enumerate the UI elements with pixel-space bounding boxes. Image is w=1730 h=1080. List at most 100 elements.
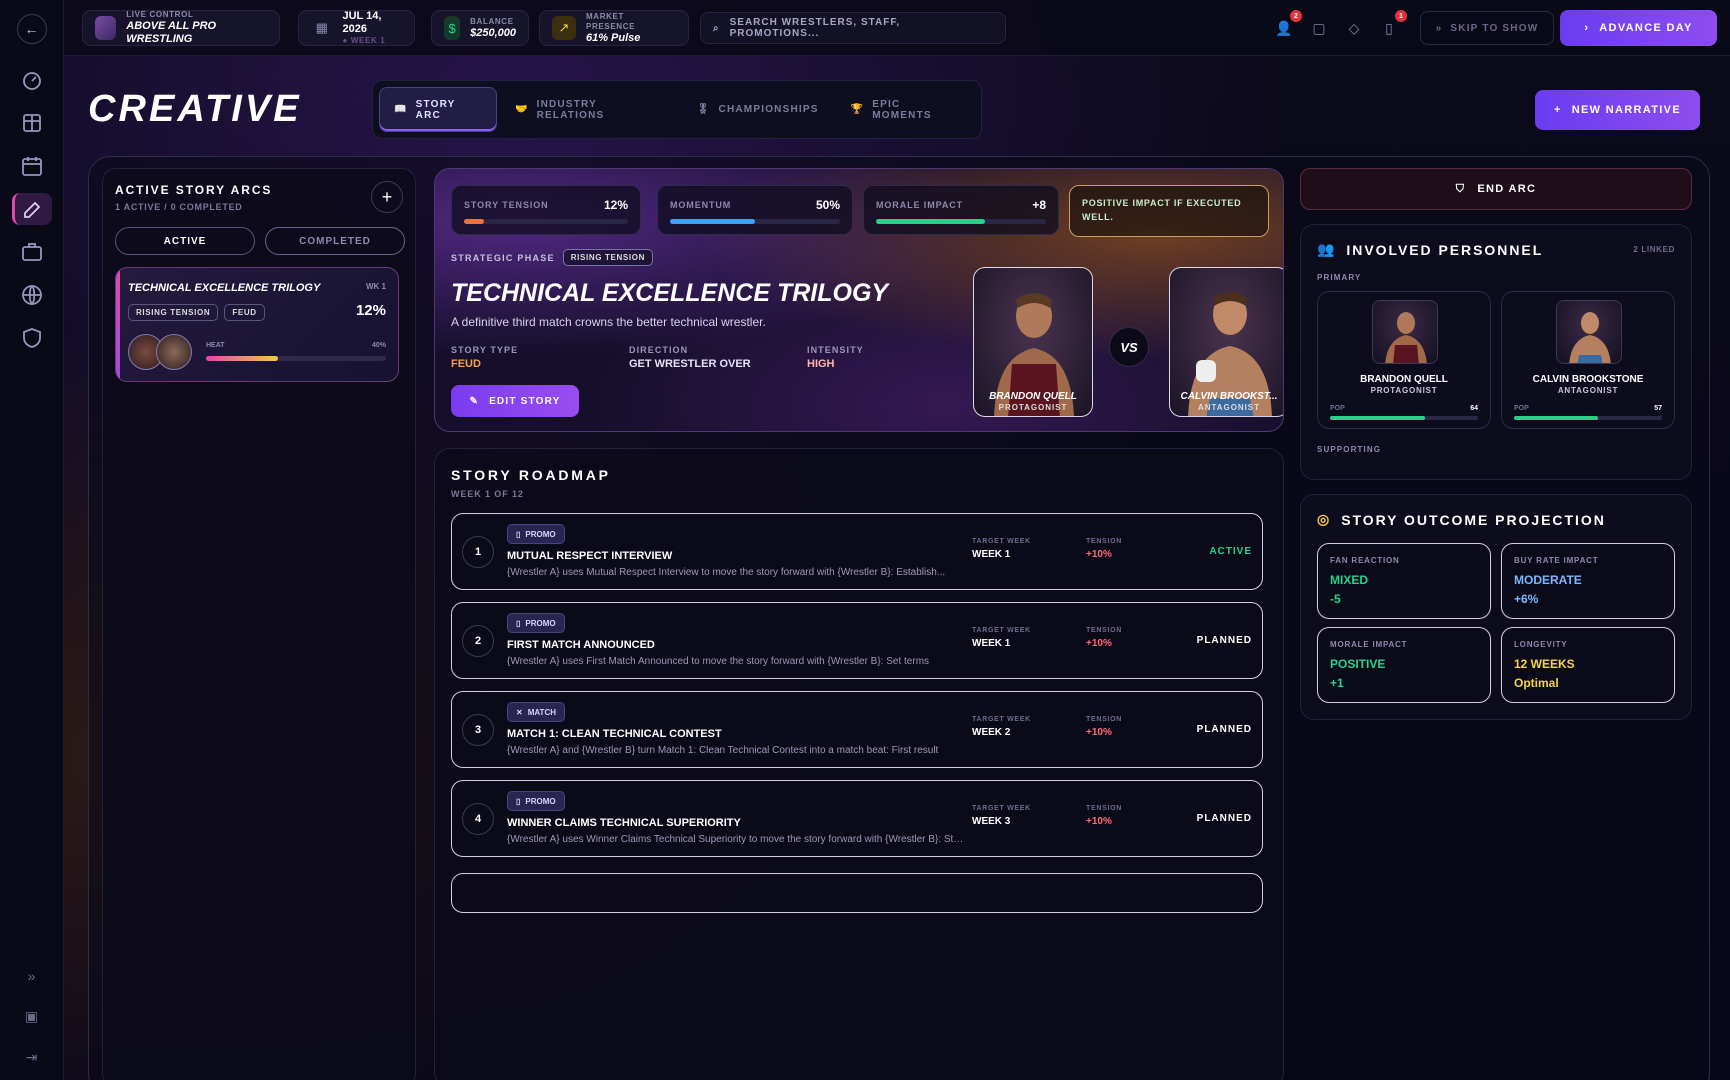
stat-bar (876, 219, 1046, 224)
stat-bar-fill (670, 219, 755, 224)
beat-tension: TENSION +10% (1086, 805, 1122, 827)
filter-active-button[interactable]: ACTIVE (115, 227, 255, 255)
roadmap-beat[interactable]: 4 ▯ PROMO WINNER CLAIMS TECHNICAL SUPERIORI… (451, 780, 1263, 857)
roadmap-next-beat[interactable] (451, 873, 1263, 913)
target-icon: ◎ (1317, 511, 1332, 527)
stat-label: MOMENTUM (670, 200, 732, 210)
versus-badge: VS (1109, 327, 1149, 367)
roadmap-beat[interactable]: 3 ✕ MATCH MATCH 1: CLEAN TECHNICAL CONTEST {… (451, 691, 1263, 768)
beat-description: {Wrestler A} uses Mutual Respect Intervi… (507, 567, 946, 578)
tab-label: INDUSTRY RELATIONS (536, 98, 605, 121)
end-arc-button[interactable]: ⛉ END ARC (1300, 168, 1692, 210)
roadmap-title: STORY ROADMAP (451, 467, 611, 483)
balance-pill[interactable]: $ BALANCE $250,000 (431, 10, 529, 46)
graduation-cap-icon[interactable]: ◇ (1342, 16, 1366, 40)
shield-chart-icon[interactable] (12, 322, 52, 354)
story-type: STORY TYPE FEUD (451, 345, 518, 370)
roadmap-beat[interactable]: 2 ▯ PROMO FIRST MATCH ANNOUNCED {Wrestler A}… (451, 602, 1263, 679)
filter-active-label: ACTIVE (163, 235, 207, 247)
beat-tension: TENSION +10% (1086, 538, 1122, 560)
stat-story-tension: STORY TENSION 12% (451, 185, 641, 235)
tab-label: CHAMPIONSHIPS (718, 104, 819, 115)
logout-icon[interactable]: ⇥ (26, 1049, 38, 1066)
meta-label: STORY TYPE (451, 345, 519, 355)
tab-story-arc[interactable]: 📖 STORY ARC (379, 87, 497, 132)
target-week-value: WEEK 1 (972, 549, 1011, 560)
stat-bar (464, 219, 628, 224)
add-arc-button[interactable]: + (371, 181, 403, 213)
date-pill[interactable]: ▦ JUL 14, 2026 ● WEEK 1 (298, 10, 415, 46)
pop-label: POP (1514, 405, 1529, 412)
current-week: ● WEEK 1 (342, 36, 386, 45)
outcome-card: LONGEVITY 12 WEEKS Optimal (1501, 627, 1675, 703)
roadmap-beat[interactable]: 1 ▯ PROMO MUTUAL RESPECT INTERVIEW {Wrestler… (451, 513, 1263, 590)
handshake-icon: 🤝 (514, 104, 529, 115)
search-input[interactable]: ⌕ SEARCH WRESTLERS, STAFF, PROMOTIONS... (700, 12, 1006, 44)
story-intensity: INTENSITY HIGH (807, 345, 864, 370)
avatar (156, 334, 192, 370)
pop-value: 64 (1470, 405, 1478, 412)
document-icon[interactable]: ▢ (1307, 16, 1331, 40)
expand-chevrons-icon[interactable]: » (28, 968, 36, 984)
save-icon[interactable]: ▣ (25, 1008, 38, 1025)
personnel-card[interactable]: BRANDON QUELL PROTAGONIST POP 64 (1317, 291, 1491, 429)
calendar-icon[interactable] (12, 150, 52, 182)
arc-card[interactable]: TECHNICAL EXCELLENCE TRILOGY WK 1 RISING… (115, 267, 399, 382)
advance-day-button[interactable]: › ADVANCE DAY (1560, 10, 1717, 46)
trophy-icon: 🏆 (850, 104, 865, 115)
crossed-swords-icon: ✕ (516, 707, 523, 717)
antagonist-card[interactable]: CALVIN BROOKST... ANTAGONIST (1169, 267, 1283, 417)
beat-number: 2 (462, 625, 494, 657)
arcs-subtitle: 1 ACTIVE / 0 COMPLETED (115, 202, 243, 212)
current-date: JUL 14, 2026 (342, 10, 382, 35)
phone-icon[interactable]: ▯ 1 (1377, 10, 1407, 40)
target-week-label: TARGET WEEK (972, 805, 1031, 812)
edit-pencil-icon: ✎ (469, 395, 480, 407)
new-narrative-button[interactable]: + NEW NARRATIVE (1535, 90, 1700, 130)
tab-industry-relations[interactable]: 🤝 INDUSTRY RELATIONS (501, 87, 679, 132)
beat-title: MATCH 1: CLEAN TECHNICAL CONTEST (507, 728, 722, 740)
story-title: TECHNICAL EXCELLENCE TRILOGY (451, 279, 889, 307)
outcome-card: MORALE IMPACT POSITIVE +1 (1317, 627, 1491, 703)
protagonist-card[interactable]: BRANDON QUELL PROTAGONIST (973, 267, 1093, 417)
pop-value: 57 (1654, 405, 1662, 412)
chevron-right-icon: › (1584, 22, 1590, 34)
skip-to-show-button[interactable]: » SKIP TO SHOW (1420, 11, 1554, 45)
tension-value: +10% (1086, 549, 1112, 560)
phase-badge: RISING TENSION (562, 249, 654, 266)
promotion-name: ABOVE ALL PRO WRESTLING (126, 20, 217, 45)
page-title: CREATIVE (88, 88, 302, 130)
tab-label: EPIC MOMENTS (872, 98, 932, 121)
beat-status: ACTIVE (1209, 546, 1252, 557)
personnel-header: 👥 INVOLVED PERSONNEL (1317, 241, 1543, 258)
search-placeholder: SEARCH WRESTLERS, STAFF, PROMOTIONS... (729, 17, 901, 39)
tension-value: +10% (1086, 727, 1112, 738)
globe-icon[interactable] (12, 279, 52, 311)
tab-epic-moments[interactable]: 🏆 EPIC MOMENTS (837, 87, 975, 132)
outcome-value: MODERATE (1514, 573, 1582, 587)
back-arrow-icon[interactable]: ← (16, 14, 47, 44)
roadmap-subtitle: WEEK 1 OF 12 (451, 489, 524, 499)
impact-note: POSITIVE IMPACT IF EXECUTED WELL. (1069, 185, 1269, 237)
avatar (1556, 300, 1622, 364)
tab-championships[interactable]: 🎖 CHAMPIONSHIPS (683, 87, 833, 132)
market-presence-pill[interactable]: ↗ MARKET PRESENCE 61% Pulse (539, 10, 689, 46)
edit-story-button[interactable]: ✎ EDIT STORY (451, 385, 579, 417)
outcome-projection-panel: ◎ STORY OUTCOME PROJECTION FAN REACTION … (1300, 494, 1692, 720)
book-icon: ▯ (516, 618, 521, 628)
creative-pen-icon[interactable] (11, 193, 52, 225)
beat-title: FIRST MATCH ANNOUNCED (507, 639, 655, 651)
briefcase-icon[interactable] (12, 236, 52, 268)
dashboard-gauge-icon[interactable] (12, 64, 52, 96)
protagonist-role: PROTAGONIST (998, 403, 1068, 412)
stat-value: 50% (815, 198, 840, 212)
promotion-pill[interactable]: LIVE CONTROL ABOVE ALL PRO WRESTLING (82, 10, 280, 46)
new-narrative-label: NEW NARRATIVE (1571, 104, 1681, 116)
personnel-card[interactable]: CALVIN BROOKSTONE ANTAGONIST POP 57 (1501, 291, 1675, 429)
app: ← » ▣ ⇥ LIVE CONTROL ABOVE ALL PRO WREST… (0, 0, 1730, 1080)
roster-icon[interactable] (12, 107, 52, 139)
phase-label: STRATEGIC PHASE (451, 252, 555, 263)
staff-user-icon[interactable]: 👤 2 (1272, 10, 1302, 40)
beat-type-badge: ▯ PROMO (507, 791, 565, 811)
filter-completed-button[interactable]: COMPLETED (265, 227, 405, 255)
